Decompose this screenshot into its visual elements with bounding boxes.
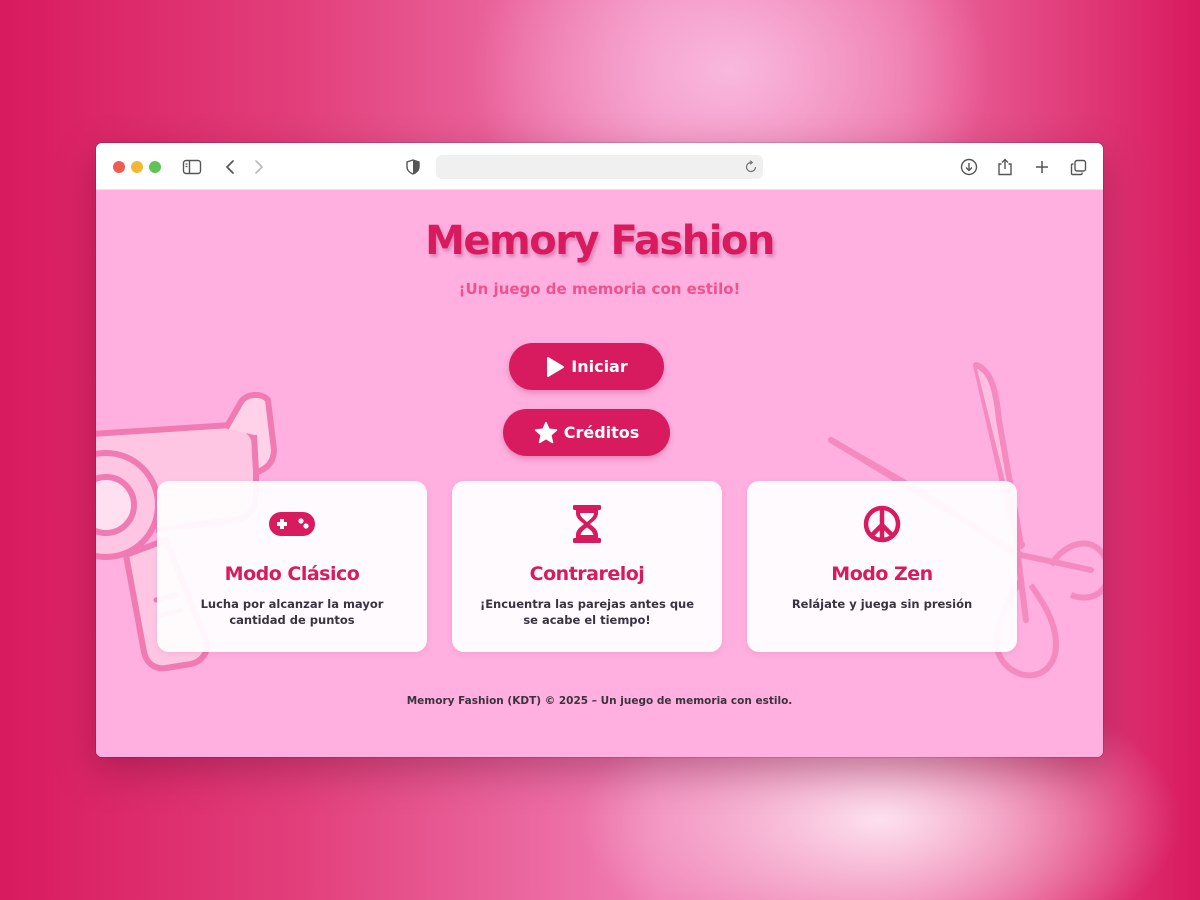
mode-description: Lucha por alcanzar la mayor cantidad de … bbox=[200, 597, 384, 627]
address-bar[interactable] bbox=[436, 155, 763, 179]
mode-description: ¡Encuentra las parejas antes que se acab… bbox=[479, 597, 695, 627]
forward-icon[interactable] bbox=[247, 155, 271, 179]
gamepad-icon bbox=[157, 503, 427, 545]
new-tab-icon[interactable] bbox=[1030, 155, 1054, 179]
browser-toolbar bbox=[96, 143, 1103, 190]
footer-text: Memory Fashion (KDT) © 2025 – Un juego d… bbox=[406, 695, 793, 707]
share-icon[interactable] bbox=[993, 155, 1017, 179]
mode-card-classic[interactable]: Modo Clásico Lucha por alcanzar la mayor… bbox=[157, 481, 427, 652]
peace-icon bbox=[747, 503, 1017, 545]
privacy-shield-icon[interactable] bbox=[401, 155, 425, 179]
play-icon bbox=[545, 356, 565, 378]
mode-title: Contrareloj bbox=[529, 563, 645, 585]
close-window-button[interactable] bbox=[113, 161, 125, 173]
tabs-overview-icon[interactable] bbox=[1066, 155, 1090, 179]
mode-card-zen[interactable]: Modo Zen Relájate y juega sin presión bbox=[747, 481, 1017, 652]
zoom-window-button[interactable] bbox=[149, 161, 161, 173]
minimize-window-button[interactable] bbox=[131, 161, 143, 173]
mode-card-timed[interactable]: Contrareloj ¡Encuentra las parejas antes… bbox=[452, 481, 722, 652]
page-content: Memory Fashion ¡Un juego de memoria con … bbox=[96, 190, 1103, 757]
credits-button[interactable]: Créditos bbox=[503, 409, 670, 456]
download-icon[interactable] bbox=[957, 155, 981, 179]
back-icon[interactable] bbox=[218, 155, 242, 179]
mode-title: Modo Zen bbox=[831, 563, 933, 585]
reload-icon[interactable] bbox=[744, 159, 760, 175]
star-icon bbox=[534, 421, 558, 444]
mode-title: Modo Clásico bbox=[224, 563, 360, 585]
credits-button-label: Créditos bbox=[563, 423, 640, 442]
mode-description: Relájate y juega sin presión bbox=[791, 597, 973, 611]
play-button-label: Iniciar bbox=[571, 357, 628, 376]
hourglass-icon bbox=[452, 503, 722, 545]
page-title: Memory Fashion bbox=[425, 218, 775, 264]
sidebar-icon[interactable] bbox=[180, 155, 204, 179]
browser-window: Memory Fashion ¡Un juego de memoria con … bbox=[96, 143, 1103, 757]
play-button[interactable]: Iniciar bbox=[509, 343, 664, 390]
page-subtitle: ¡Un juego de memoria con estilo! bbox=[458, 280, 741, 298]
